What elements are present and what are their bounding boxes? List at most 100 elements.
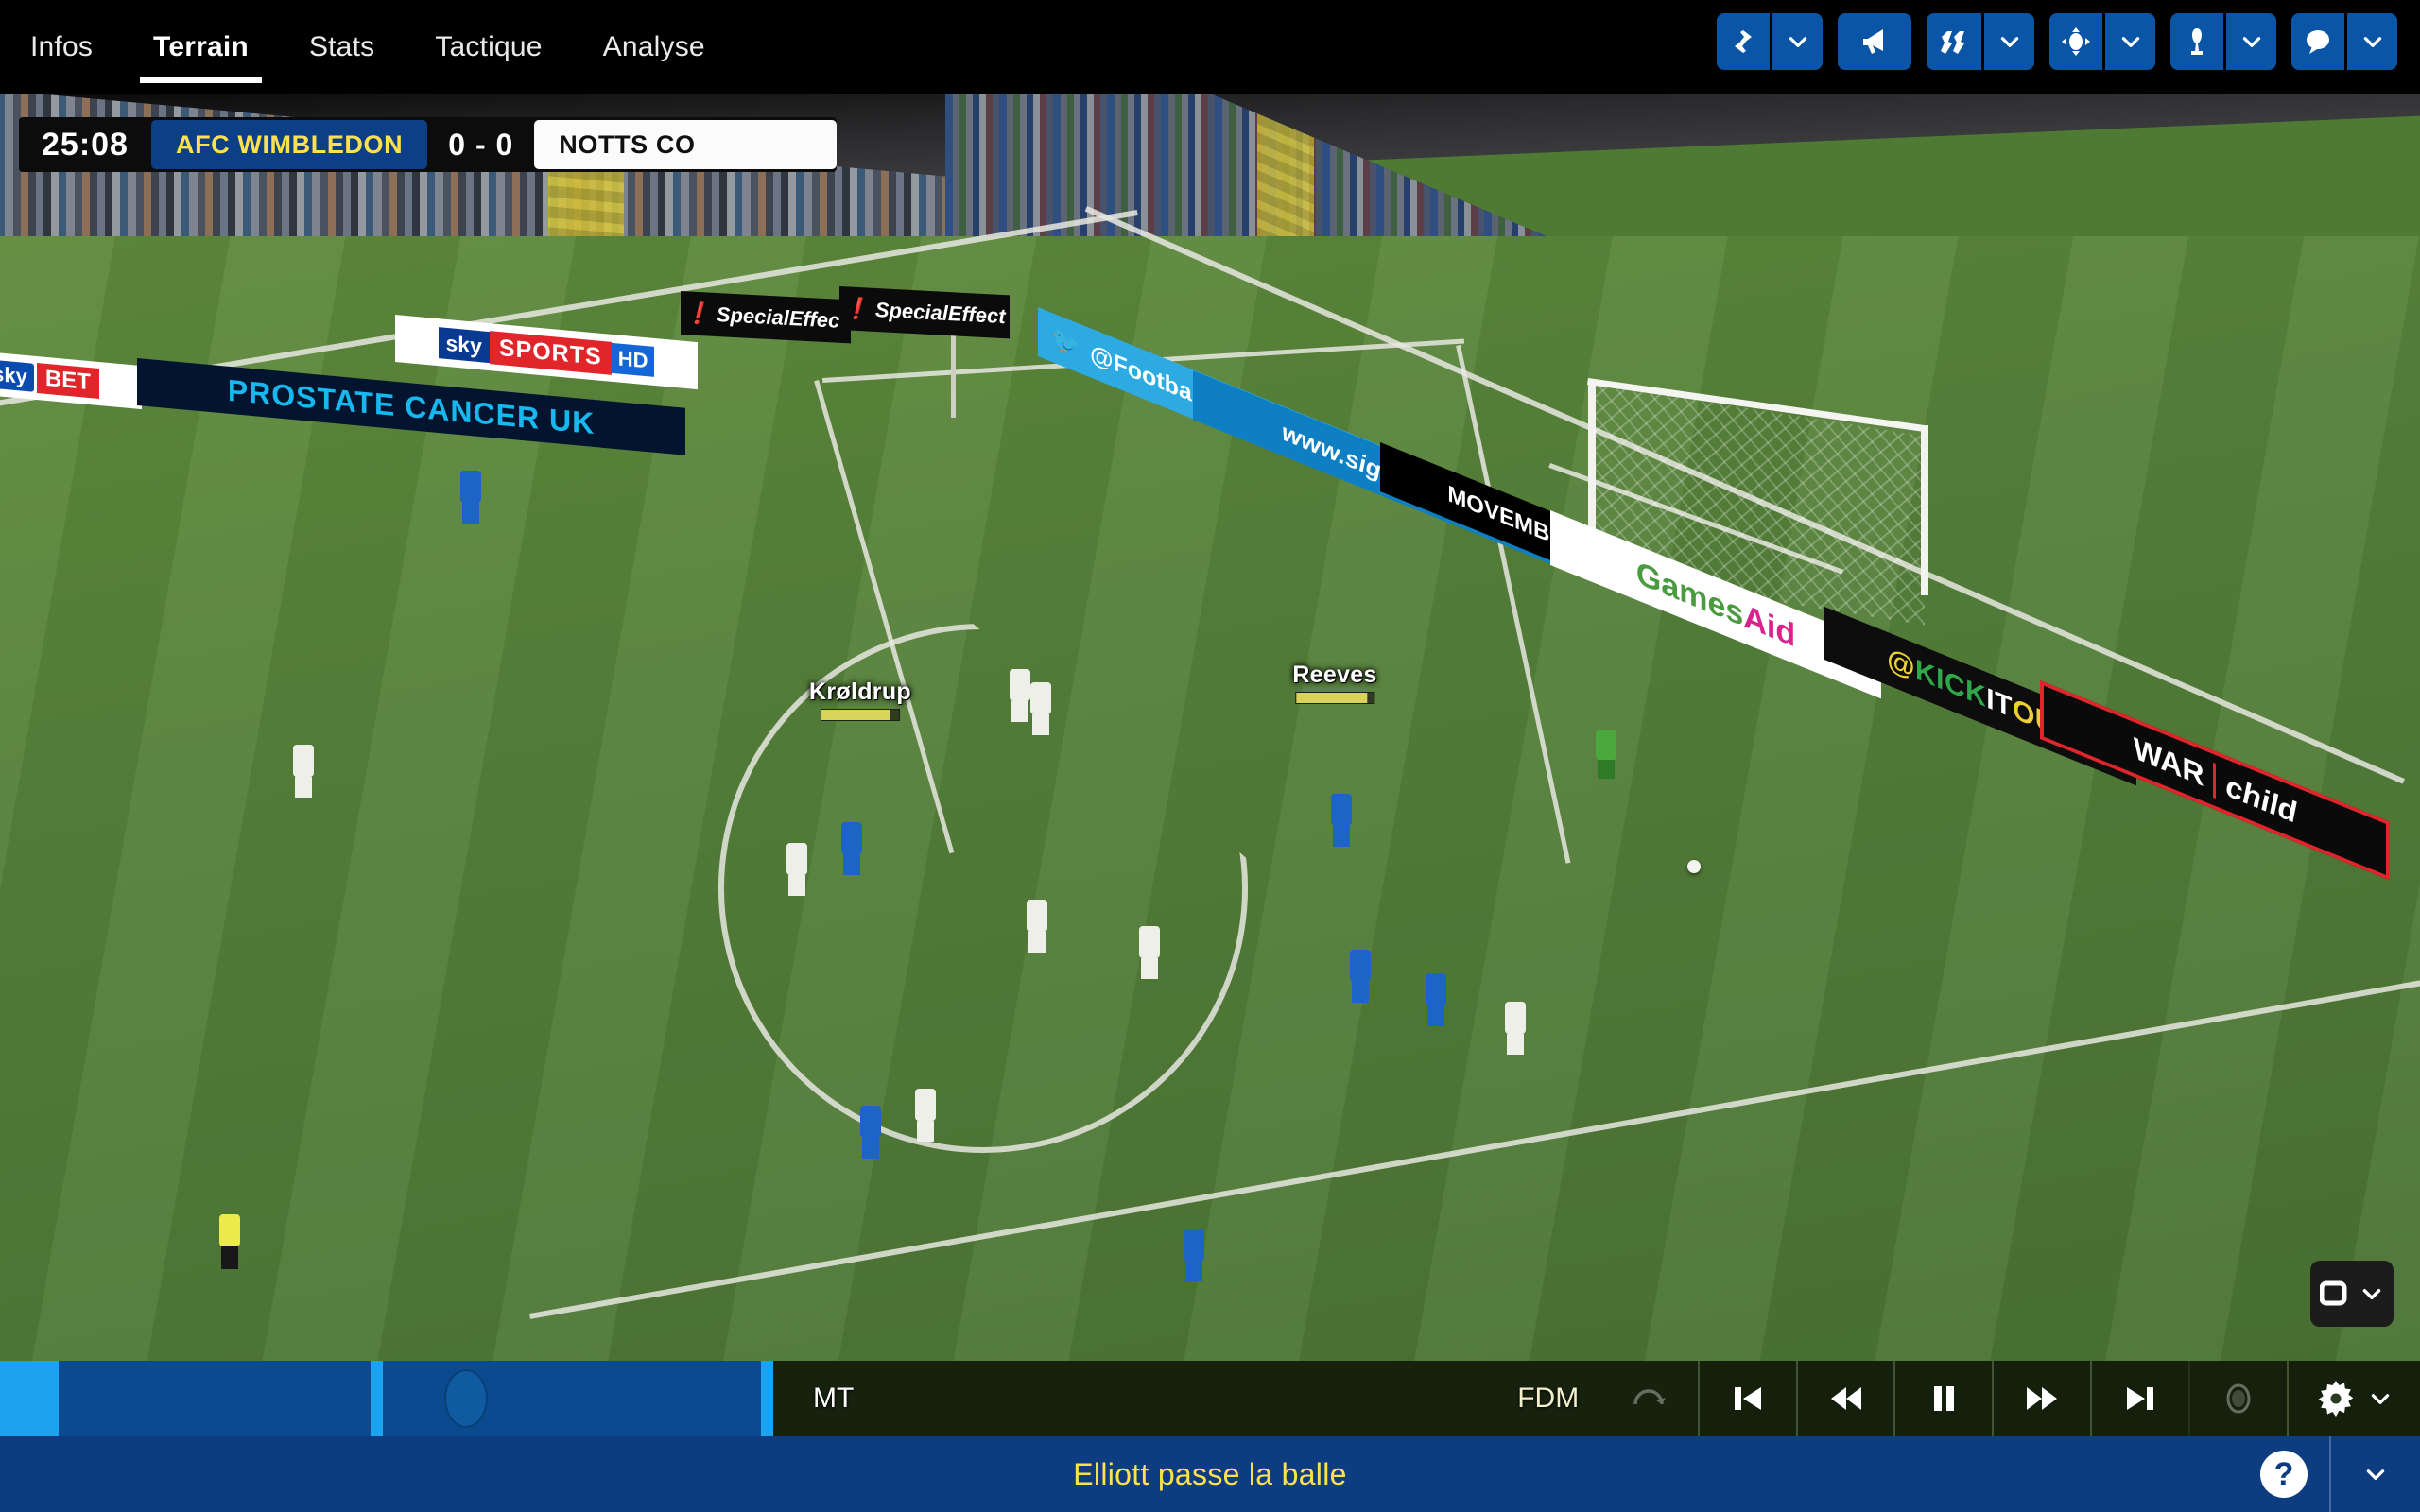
tab-tactique[interactable]: Tactique [405, 0, 572, 94]
player-home[interactable] [1184, 1228, 1204, 1281]
player-away[interactable] [1010, 669, 1030, 722]
help-dropdown[interactable] [2329, 1436, 2420, 1512]
toolbar-group-substitution [1717, 13, 1823, 70]
player-away[interactable] [1505, 1002, 1526, 1055]
chevron-down-icon [1789, 37, 1806, 47]
kit-dropdown[interactable] [1981, 13, 2034, 70]
camera-dropdown[interactable] [2102, 13, 2155, 70]
trophy-button[interactable] [2170, 13, 2223, 70]
match-screen: sky BET PROSTATE CANCER UK sky SPORTS HD… [0, 0, 2420, 1512]
toolbar-group-shout [1838, 13, 1911, 70]
goal-frame [1587, 378, 1928, 626]
timeline-center-label: MT [813, 1383, 855, 1414]
player-home[interactable] [1350, 950, 1371, 1003]
match-toolbar [1717, 13, 2397, 70]
pause-button[interactable] [1893, 1361, 1993, 1436]
chevron-down-icon [2121, 37, 2139, 47]
comments-dropdown[interactable] [2344, 13, 2397, 70]
speech-bubble-icon [2307, 30, 2329, 54]
tab-analyse[interactable]: Analyse [573, 0, 735, 94]
tab-terrain[interactable]: Terrain [123, 0, 279, 94]
match-3d-scene[interactable]: sky BET PROSTATE CANCER UK sky SPORTS HD… [0, 94, 2420, 1361]
timeline-divider [371, 1361, 383, 1436]
player-away[interactable] [1030, 682, 1051, 735]
replay-button[interactable] [1599, 1361, 1698, 1436]
fdm-label: FDM [1517, 1383, 1580, 1414]
skip-back-icon [1734, 1387, 1761, 1410]
trophy-icon [2191, 28, 2203, 55]
player-home[interactable] [860, 1106, 881, 1159]
trophy-dropdown[interactable] [2223, 13, 2276, 70]
record-button[interactable] [2187, 1361, 2287, 1436]
commentary-text: Elliott passe la balle [1073, 1456, 1347, 1491]
timeline-progress [0, 1361, 773, 1436]
toolbar-group-comments [2291, 13, 2397, 70]
skip-forward-icon [2126, 1387, 2153, 1410]
player-away[interactable] [915, 1089, 936, 1142]
chevron-down-icon [2363, 37, 2381, 47]
fast-forward-button[interactable] [1992, 1361, 2090, 1436]
substitution-button[interactable] [1717, 13, 1770, 70]
help-icon: ? [2260, 1451, 2308, 1498]
match-control-bar: CE MT FDM [0, 1361, 2420, 1436]
chevron-down-icon [2362, 1289, 2381, 1300]
chevron-down-icon [2372, 1394, 2390, 1404]
player-home[interactable] [841, 822, 862, 875]
player-away[interactable] [293, 745, 314, 798]
toolbar-group-camera [2049, 13, 2155, 70]
hoarding-specialeffect-2: ❗ SpecialEffect [839, 286, 1010, 339]
chevron-down-icon [2366, 1469, 2385, 1480]
skip-back-button[interactable] [1697, 1361, 1796, 1436]
camera-target-icon [2062, 27, 2090, 56]
fast-forward-icon [2027, 1387, 2058, 1410]
comments-button[interactable] [2291, 13, 2344, 70]
camera-view-icon [2320, 1280, 2347, 1306]
camera-button[interactable] [2049, 13, 2102, 70]
goalkeeper[interactable] [1596, 730, 1616, 779]
timeline-start-cap [0, 1361, 59, 1436]
substitution-icon [1732, 30, 1754, 53]
top-bar: Infos Terrain Stats Tactique Analyse [0, 0, 2420, 94]
player-home[interactable] [460, 471, 481, 524]
home-team-name[interactable]: AFC WIMBLEDON [150, 120, 428, 169]
help-controls: ? [2238, 1436, 2420, 1512]
nav-tabs: Infos Terrain Stats Tactique Analyse [0, 0, 735, 94]
ball [1687, 860, 1701, 873]
score-value: 0 - 0 [448, 127, 514, 162]
rewind-button[interactable] [1795, 1361, 1894, 1436]
player-home[interactable] [1331, 794, 1352, 847]
away-team-name[interactable]: NOTTS CO [534, 120, 838, 169]
toolbar-group-trophy [2170, 13, 2276, 70]
toolbar-group-kit [1927, 13, 2034, 70]
player-away[interactable] [786, 843, 807, 896]
scoreboard[interactable]: 25:08 AFC WIMBLEDON 0 - 0 NOTTS CO [19, 117, 838, 172]
chevron-down-icon [2000, 37, 2018, 47]
timeline-handle[interactable] [444, 1369, 488, 1428]
tab-stats[interactable]: Stats [279, 0, 405, 94]
megaphone-icon [1863, 29, 1883, 54]
settings-button[interactable] [2286, 1361, 2420, 1436]
skip-forward-button[interactable] [2089, 1361, 2188, 1436]
player-away[interactable] [1027, 900, 1047, 953]
chevron-down-icon [2242, 37, 2260, 47]
hoarding-specialeffect-1: ❗ SpecialEffect [681, 291, 851, 344]
megaphone-button[interactable] [1838, 13, 1911, 70]
kit-shirts-icon [1941, 31, 1964, 54]
substitution-dropdown[interactable] [1770, 13, 1823, 70]
player-home[interactable] [1426, 973, 1446, 1026]
pause-icon [1934, 1386, 1955, 1411]
camera-view-selector[interactable] [2310, 1261, 2394, 1327]
help-button[interactable]: ? [2238, 1451, 2329, 1498]
gear-icon [2318, 1381, 2354, 1417]
timeline-divider [761, 1361, 773, 1436]
referee[interactable] [219, 1214, 240, 1269]
kit-button[interactable] [1927, 13, 1981, 70]
match-timeline[interactable]: CE MT [0, 1361, 1496, 1436]
record-icon [2226, 1383, 2251, 1414]
player-away[interactable] [1139, 926, 1160, 979]
replay-icon [1634, 1389, 1667, 1405]
tab-infos[interactable]: Infos [0, 0, 123, 94]
rewind-icon [1830, 1387, 1861, 1410]
match-clock: 25:08 [42, 126, 129, 163]
commentary-bar: Elliott passe la balle [0, 1436, 2420, 1512]
